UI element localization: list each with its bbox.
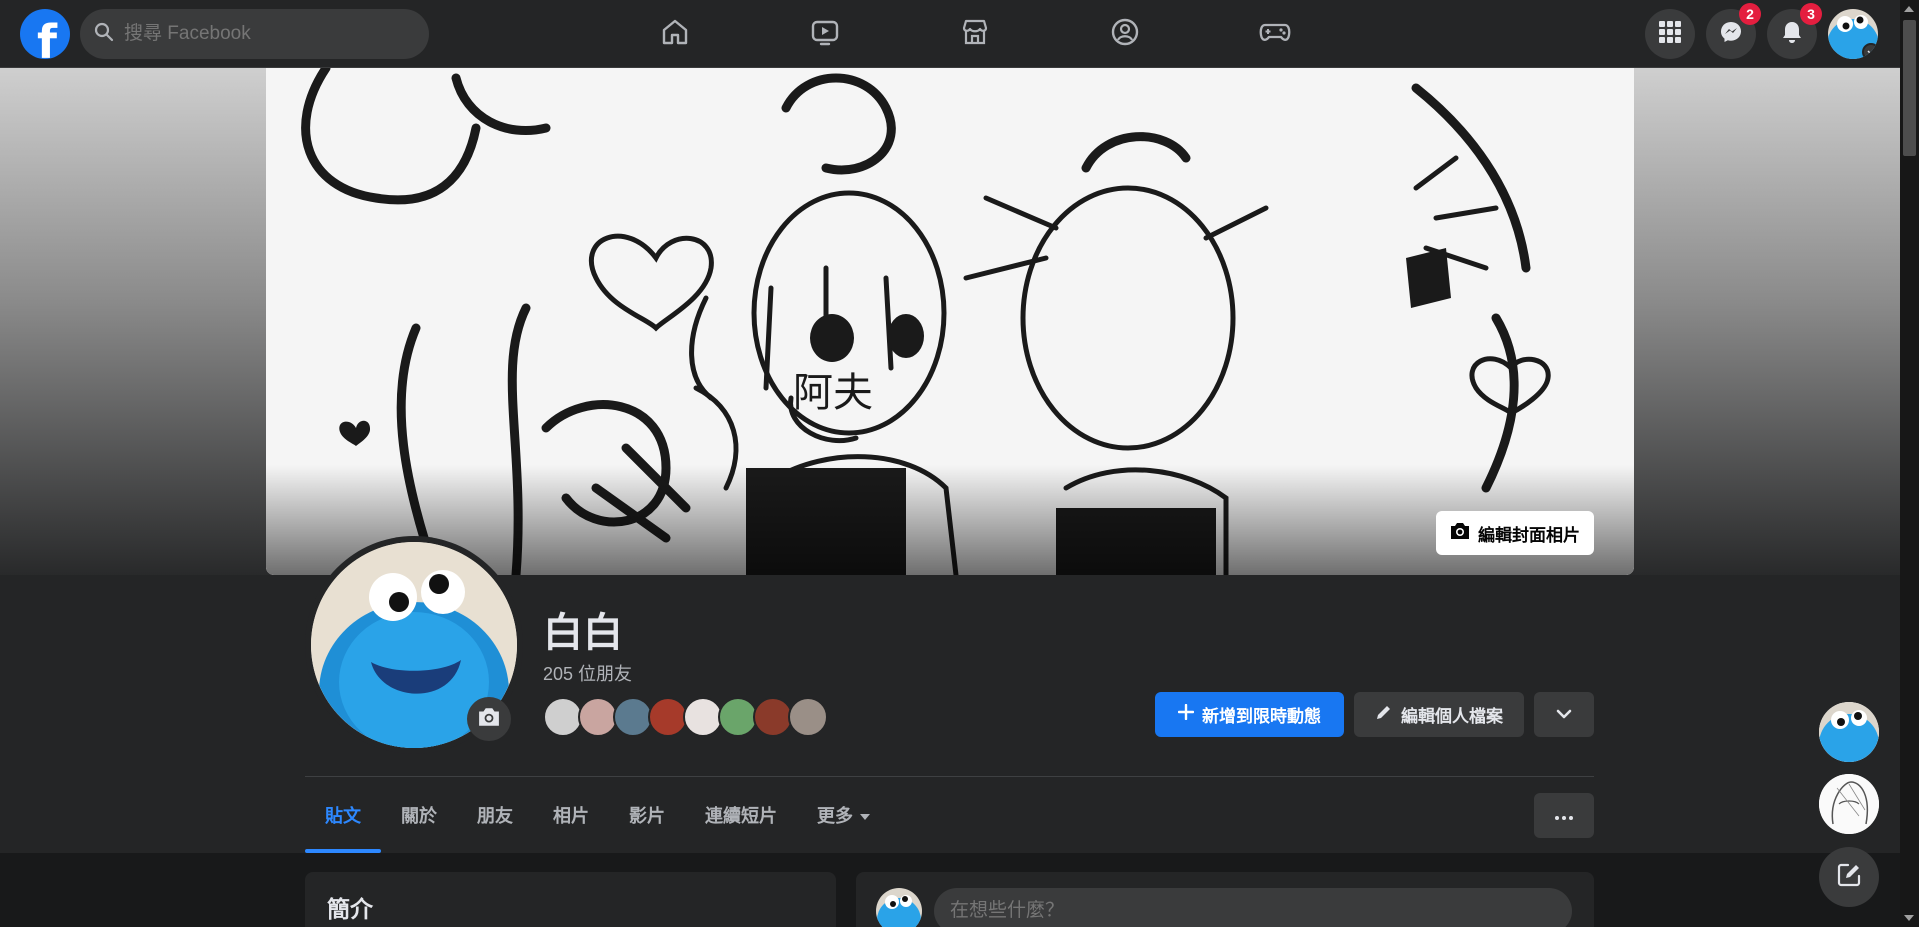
search-input[interactable] — [124, 23, 404, 45]
tab-posts-label: 貼文 — [325, 806, 361, 826]
profile-header-panel — [0, 575, 1900, 853]
friend-avatar[interactable] — [753, 697, 793, 737]
home-icon — [660, 17, 690, 52]
nav-marketplace-button[interactable] — [900, 0, 1050, 68]
account-menu-chevron-icon — [1862, 43, 1878, 59]
tab-more-label: 更多 — [817, 806, 853, 826]
messenger-icon — [1719, 20, 1743, 49]
tab-photos-label: 相片 — [553, 806, 589, 826]
camera-icon — [1450, 522, 1470, 545]
camera-icon — [478, 707, 500, 732]
composer-avatar[interactable] — [876, 888, 922, 927]
caret-down-icon — [859, 805, 871, 826]
new-message-button[interactable] — [1819, 847, 1879, 907]
notifications-badge: 3 — [1800, 3, 1822, 25]
bell-icon — [1781, 20, 1803, 49]
friend-avatar[interactable] — [578, 697, 618, 737]
add-to-story-button[interactable]: 新增到限時動態 — [1155, 692, 1344, 737]
top-navigation-bar: f 搜尋 Facebook 2 3 — [0, 0, 1900, 68]
tab-videos[interactable]: 影片 — [609, 777, 685, 853]
grid-menu-icon — [1659, 20, 1681, 48]
groups-icon — [1110, 17, 1140, 52]
tab-more[interactable]: 更多 — [797, 777, 891, 853]
watch-icon — [810, 17, 840, 52]
scroll-up-arrow-icon[interactable] — [1904, 6, 1914, 12]
add-to-story-label: 新增到限時動態 — [1202, 707, 1321, 726]
edit-cover-photo-label: 編輯封面相片 — [1478, 525, 1580, 545]
cover-handwritten-text: 阿夫 — [793, 370, 873, 416]
friend-count[interactable]: 205 位朋友 — [543, 660, 632, 686]
ellipsis-icon — [1555, 807, 1573, 825]
page-scrollbar[interactable] — [1900, 0, 1919, 927]
marketplace-icon — [960, 17, 990, 52]
friend-avatar[interactable] — [683, 697, 723, 737]
nav-home-button[interactable] — [600, 0, 750, 68]
intro-card: 簡介 — [305, 872, 836, 927]
account-avatar[interactable] — [1828, 9, 1878, 59]
facebook-profile-page: 阿夫 編輯封面相片 白白 205 位朋友 新增到限時動態 編輯個人檔案 貼文 關… — [0, 0, 1919, 927]
friend-avatar[interactable] — [648, 697, 688, 737]
intro-title: 簡介 — [327, 896, 373, 922]
cover-photo[interactable]: 阿夫 編輯封面相片 — [266, 68, 1634, 575]
profile-tabs: 貼文 關於 朋友 相片 影片 連續短片 更多 — [305, 777, 891, 853]
pencil-icon — [1375, 703, 1393, 726]
floating-chat-avatar[interactable] — [1819, 702, 1879, 762]
friend-avatar[interactable] — [613, 697, 653, 737]
facebook-logo[interactable]: f — [20, 9, 70, 59]
nav-gaming-button[interactable] — [1200, 0, 1350, 68]
gaming-icon — [1259, 17, 1291, 52]
main-nav — [600, 0, 1350, 68]
floating-chat-avatar[interactable] — [1819, 774, 1879, 834]
composer-input[interactable] — [934, 888, 1572, 927]
scroll-down-arrow-icon[interactable] — [1904, 915, 1914, 921]
tab-about[interactable]: 關於 — [381, 777, 457, 853]
edit-cover-photo-button[interactable]: 編輯封面相片 — [1436, 511, 1594, 555]
nav-watch-button[interactable] — [750, 0, 900, 68]
friend-avatar-row — [543, 697, 828, 737]
search-icon — [94, 22, 114, 47]
scrollbar-thumb[interactable] — [1903, 20, 1916, 156]
tab-friends[interactable]: 朋友 — [457, 777, 533, 853]
edit-profile-label: 編輯個人檔案 — [1401, 707, 1503, 726]
friend-avatar[interactable] — [718, 697, 758, 737]
chevron-down-icon — [1556, 706, 1572, 724]
edit-profile-button[interactable]: 編輯個人檔案 — [1354, 692, 1524, 737]
menu-button[interactable] — [1645, 9, 1695, 59]
tab-posts[interactable]: 貼文 — [305, 777, 381, 853]
friend-avatar[interactable] — [543, 697, 583, 737]
update-profile-picture-button[interactable] — [467, 697, 511, 741]
search-box[interactable] — [80, 9, 429, 59]
profile-options-dropdown-button[interactable] — [1534, 692, 1594, 737]
account-controls: 2 3 — [1645, 3, 1878, 59]
post-composer — [856, 872, 1594, 927]
plus-icon — [1177, 703, 1195, 725]
nav-groups-button[interactable] — [1050, 0, 1200, 68]
friend-avatar[interactable] — [788, 697, 828, 737]
notifications-button[interactable]: 3 — [1767, 3, 1822, 59]
messenger-badge: 2 — [1739, 3, 1761, 25]
tab-videos-label: 影片 — [629, 806, 665, 826]
messenger-button[interactable]: 2 — [1706, 3, 1761, 59]
tab-reels-label: 連續短片 — [705, 806, 777, 826]
tab-friends-label: 朋友 — [477, 806, 513, 826]
profile-name: 白白 — [543, 611, 623, 655]
compose-icon — [1836, 862, 1862, 893]
tab-about-label: 關於 — [401, 806, 437, 826]
profile-more-options-button[interactable] — [1534, 793, 1594, 838]
tab-photos[interactable]: 相片 — [533, 777, 609, 853]
tab-reels[interactable]: 連續短片 — [685, 777, 797, 853]
